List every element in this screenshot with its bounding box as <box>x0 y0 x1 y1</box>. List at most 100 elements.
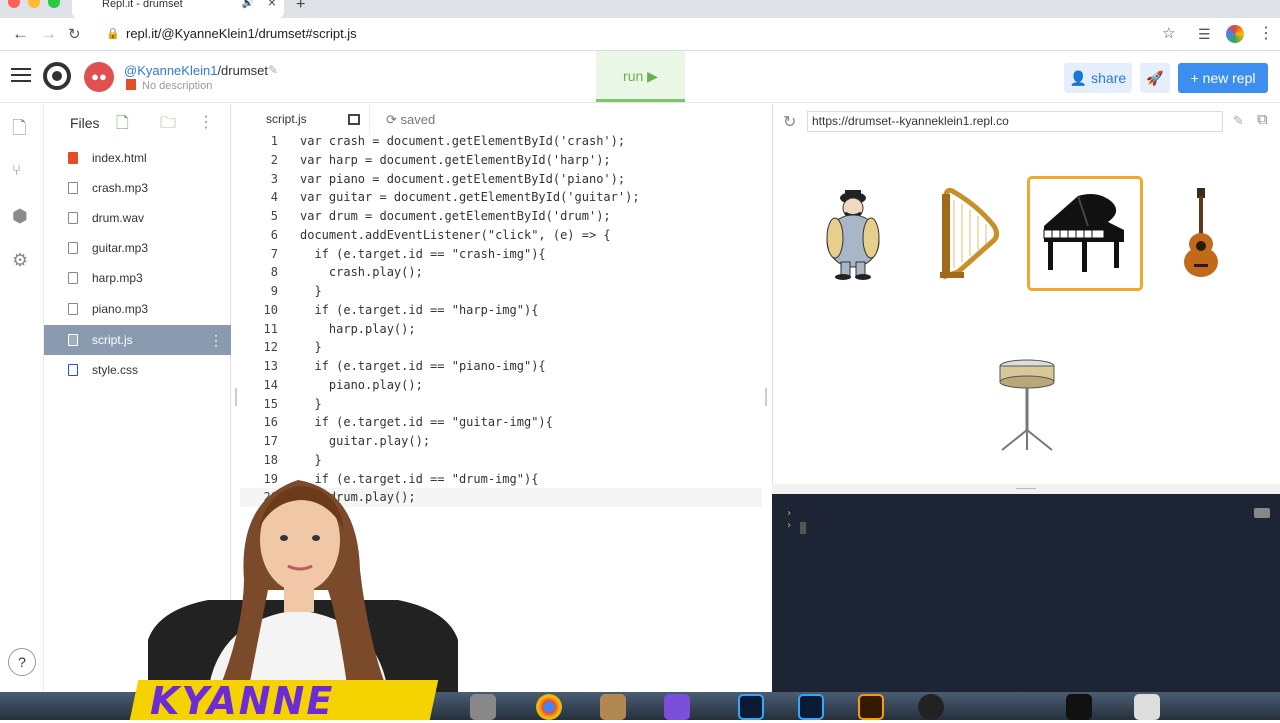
repl-name: /drumset <box>217 63 269 78</box>
file-item-active[interactable]: script.js ⋮ <box>44 325 231 355</box>
bookmark-star-icon[interactable]: ☆ <box>1162 24 1175 42</box>
file-icon <box>68 182 78 194</box>
close-tab-icon[interactable]: × <box>268 0 276 9</box>
code-line[interactable]: 16 if (e.target.id == "guitar-img"){ <box>240 413 762 432</box>
back-icon[interactable]: ← <box>12 24 29 44</box>
code-line[interactable]: 15 } <box>240 395 762 414</box>
code-line[interactable]: 12 } <box>240 338 762 357</box>
add-user-icon: 👤 <box>1069 70 1088 86</box>
settings-gear-icon[interactable]: ⚙ <box>12 250 28 271</box>
terminal-icon[interactable] <box>1066 694 1092 720</box>
file-item[interactable]: crash.mp3 <box>44 173 231 203</box>
repl-path[interactable]: @KyanneKlein1/drumset <box>124 63 268 78</box>
tab-title: Repl.it - drumset <box>102 0 183 10</box>
share-button[interactable]: 👤 share <box>1064 63 1132 93</box>
lightroom-icon[interactable] <box>798 694 824 720</box>
code-line[interactable]: 14 piano.play(); <box>240 376 762 395</box>
deploy-rocket-icon[interactable]: 🚀 <box>1140 63 1170 93</box>
packages-icon[interactable]: ⬢ <box>12 206 28 227</box>
profile-avatar-icon[interactable] <box>1226 25 1244 43</box>
obs-icon[interactable] <box>918 694 944 720</box>
file-panel-resize-handle[interactable] <box>235 388 237 406</box>
preview-edit-icon[interactable]: ✎ <box>1233 113 1244 129</box>
open-new-tab-icon[interactable]: ⧉ <box>1257 111 1268 128</box>
chrome-icon[interactable] <box>536 694 562 720</box>
css-file-icon <box>68 364 78 376</box>
code-line[interactable]: 4 var guitar = document.getElementById('g… <box>240 188 762 207</box>
forward-icon[interactable]: → <box>40 24 57 44</box>
code-line[interactable]: 17 guitar.play(); <box>240 432 762 451</box>
code-line[interactable]: 7 if (e.target.id == "crash-img"){ <box>240 245 762 264</box>
editor-tab-label: script.js <box>266 112 307 126</box>
file-item[interactable]: style.css <box>44 355 231 385</box>
file-name: crash.mp3 <box>92 181 149 195</box>
app-icon[interactable] <box>600 694 626 720</box>
preview-refresh-icon[interactable]: ↻ <box>783 112 796 132</box>
browser-menu-icon[interactable]: ⋮ <box>1258 23 1274 43</box>
user-avatar[interactable]: ●● <box>84 62 114 92</box>
reload-icon[interactable]: ↻ <box>68 25 81 43</box>
code-line[interactable]: 8 crash.play(); <box>240 263 762 282</box>
imovie-icon[interactable] <box>664 694 690 720</box>
file-name: index.html <box>92 151 147 165</box>
editor-layout-icon[interactable] <box>348 114 360 125</box>
edit-name-icon[interactable]: ✎ <box>268 63 278 77</box>
speaker-icon[interactable]: 🔊 <box>242 0 254 9</box>
save-status-text: saved <box>400 112 436 127</box>
code-lines[interactable]: 1 var crash = document.getElementById('cr… <box>240 132 762 507</box>
editor-resize-handle[interactable] <box>765 388 767 406</box>
code-line[interactable]: 10 if (e.target.id == "harp-img"){ <box>240 301 762 320</box>
file-options-icon[interactable]: ⋮ <box>209 325 223 355</box>
file-item[interactable]: guitar.mp3 <box>44 233 231 263</box>
files-icon[interactable]: 🗋 <box>12 116 26 146</box>
code-line[interactable]: 9 } <box>240 282 762 301</box>
code-text: } <box>300 284 322 298</box>
add-file-icon[interactable]: 🗋 <box>116 112 129 139</box>
code-line[interactable]: 1 var crash = document.getElementById('cr… <box>240 132 762 151</box>
reading-list-icon[interactable]: ☰ <box>1198 26 1211 43</box>
piano-image[interactable] <box>1038 186 1132 280</box>
file-icon <box>68 303 78 315</box>
clear-console-icon[interactable] <box>1254 508 1270 518</box>
version-control-icon[interactable]: ⑂ <box>12 162 21 179</box>
photoshop-icon[interactable] <box>738 694 764 720</box>
code-text: if (e.target.id == "crash-img"){ <box>300 246 546 261</box>
code-line[interactable]: 6 document.addEventListener("click", (e) … <box>240 226 762 245</box>
console-panel[interactable]: › › <box>772 494 1280 692</box>
new-tab-button[interactable]: + <box>296 0 305 14</box>
code-line[interactable]: 3 var piano = document.getElementById('pi… <box>240 170 762 189</box>
illustrator-icon[interactable] <box>858 694 884 720</box>
username-link[interactable]: @KyanneKlein1 <box>124 63 217 78</box>
run-button[interactable]: run ▶ <box>596 51 685 102</box>
trash-icon[interactable] <box>1134 694 1160 720</box>
browser-tab[interactable]: Repl.it - drumset 🔊 × <box>72 0 284 18</box>
file-item[interactable]: harp.mp3 <box>44 263 231 293</box>
file-item[interactable]: drum.wav <box>44 203 231 233</box>
code-line[interactable]: 13 if (e.target.id == "piano-img"){ <box>240 357 762 376</box>
code-line[interactable]: 2 var harp = document.getElementById('har… <box>240 151 762 170</box>
snare-drum-image[interactable] <box>996 358 1058 454</box>
file-item[interactable]: index.html <box>44 143 231 173</box>
code-line[interactable]: 11 harp.play(); <box>240 320 762 339</box>
url-field[interactable]: 🔒 repl.it/@KyanneKlein1/drumset#script.j… <box>96 23 1186 45</box>
close-window-button[interactable] <box>8 0 20 8</box>
code-text: harp.play(); <box>300 321 416 336</box>
help-icon[interactable]: ? <box>8 648 36 676</box>
new-repl-button[interactable]: + new repl <box>1178 63 1268 93</box>
add-folder-icon[interactable]: 🗀 <box>160 112 176 139</box>
guitar-image[interactable] <box>1180 186 1222 280</box>
file-item[interactable]: piano.mp3 <box>44 294 231 324</box>
preview-url-field[interactable]: https://drumset--kyanneklein1.repl.co <box>807 111 1223 132</box>
crash-cymbal-man-image[interactable] <box>815 186 891 280</box>
system-preferences-icon[interactable] <box>470 694 496 720</box>
hamburger-menu-icon[interactable] <box>11 68 31 82</box>
minimize-window-button[interactable] <box>28 0 40 8</box>
more-options-icon[interactable]: ⋮ <box>198 112 214 132</box>
repl-description[interactable]: No description <box>126 79 212 92</box>
code-line[interactable]: 5 var drum = document.getElementById('dru… <box>240 207 762 226</box>
replit-logo[interactable] <box>43 62 71 90</box>
harp-image[interactable] <box>938 186 1002 280</box>
preview-console-resize-handle[interactable] <box>772 484 1280 494</box>
line-number: 6 <box>270 227 278 242</box>
maximize-window-button[interactable] <box>48 0 60 8</box>
